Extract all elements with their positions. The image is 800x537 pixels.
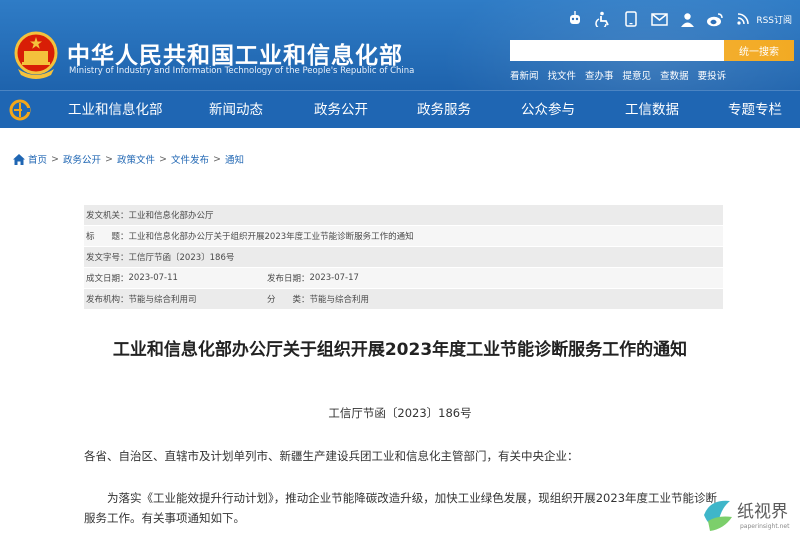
quick-link-data[interactable]: 查数据 <box>660 68 689 82</box>
meta-label: 发文机关： <box>86 211 129 221</box>
nav-item-miit[interactable]: 工业和信息化部 <box>68 91 163 129</box>
meta-value-published: 2023-07-17 <box>309 273 359 283</box>
main-nav: 工业和信息化部 新闻动态 政务公开 政务服务 公众参与 工信数据 专题专栏 <box>0 90 800 128</box>
ministry-logo-icon[interactable] <box>9 99 31 121</box>
quick-link-files[interactable]: 找文件 <box>548 68 577 82</box>
nav-item-news[interactable]: 新闻动态 <box>209 91 263 129</box>
breadcrumb-separator: > <box>212 153 221 165</box>
meta-label: 成文日期： <box>86 274 129 284</box>
meta-label: 发布机构： <box>86 295 129 305</box>
nav-item-special-topics[interactable]: 专题专栏 <box>728 91 782 129</box>
breadcrumb-notice[interactable]: 通知 <box>225 152 244 166</box>
meta-label: 分 类： <box>267 295 310 305</box>
meta-row-title: 标 题： 工业和信息化部办公厅关于组织开展2023年度工业节能诊断服务工作的通知 <box>84 226 723 247</box>
article-paragraph: 为落实《工业能效提升行动计划》，推动企业节能降碳改造升级，加快工业绿色发展，现组… <box>84 491 718 525</box>
watermark: 纸视界 paperinsight.net <box>700 495 800 537</box>
meta-cell-category: 分 类： 节能与综合利用 <box>267 293 369 305</box>
meta-value-docno: 工信厅节函〔2023〕186号 <box>128 253 235 263</box>
watermark-text: 纸视界 <box>737 502 788 522</box>
breadcrumb-gov-affairs[interactable]: 政务公开 <box>63 152 101 166</box>
meta-value-org: 节能与综合利用司 <box>128 295 197 305</box>
rss-icon[interactable] <box>734 10 752 28</box>
nav-item-data[interactable]: 工信数据 <box>625 91 679 129</box>
site-header: 中华人民共和国工业和信息化部 Ministry of Industry and … <box>0 0 800 90</box>
breadcrumb-policy-docs[interactable]: 政策文件 <box>117 152 155 166</box>
site-title: 中华人民共和国工业和信息化部 <box>67 43 403 69</box>
meta-label: 发文字号： <box>86 253 129 263</box>
user-icon[interactable] <box>678 10 696 28</box>
article-doc-number: 工信厅节函〔2023〕186号 <box>328 406 472 420</box>
accessibility-icon[interactable] <box>594 10 612 28</box>
mail-icon[interactable] <box>650 10 668 28</box>
breadcrumb: 首页 > 政务公开 > 政策文件 > 文件发布 > 通知 <box>13 152 244 166</box>
breadcrumb-separator: > <box>158 153 167 165</box>
meta-label: 发布日期： <box>267 274 310 284</box>
quick-link-services[interactable]: 查办事 <box>585 68 614 82</box>
national-emblem-icon <box>14 31 58 79</box>
search-input[interactable] <box>510 40 724 61</box>
nav-item-gov-affairs[interactable]: 政务公开 <box>314 91 368 129</box>
weibo-icon[interactable] <box>706 10 724 28</box>
meta-row-issuer: 发文机关： 工业和信息化部办公厅 <box>84 205 723 226</box>
nav-item-gov-services[interactable]: 政务服务 <box>417 91 471 129</box>
breadcrumb-home[interactable]: 首页 <box>28 152 47 166</box>
watermark-logo-icon <box>704 500 732 531</box>
meta-row-docno: 发文字号： 工信厅节函〔2023〕186号 <box>84 247 723 268</box>
nav-item-public-participation[interactable]: 公众参与 <box>521 91 575 129</box>
meta-value-created: 2023-07-11 <box>128 273 178 283</box>
quick-links: 看新闻 找文件 查办事 提意见 查数据 要投诉 <box>510 68 726 82</box>
meta-row-org: 发布机构： 节能与综合利用司 分 类： 节能与综合利用 <box>84 289 723 310</box>
home-icon[interactable] <box>13 153 25 165</box>
quick-link-feedback[interactable]: 提意见 <box>623 68 652 82</box>
rss-subscribe-link[interactable]: RSS订阅 <box>756 13 792 26</box>
quick-link-news[interactable]: 看新闻 <box>510 68 539 82</box>
document-meta-table: 发文机关： 工业和信息化部办公厅 标 题： 工业和信息化部办公厅关于组织开展20… <box>84 205 723 310</box>
breadcrumb-doc-release[interactable]: 文件发布 <box>171 152 209 166</box>
top-icon-bar: RSS订阅 <box>566 9 792 29</box>
search-box: 统一搜索 <box>510 40 794 61</box>
meta-cell-created: 成文日期： 2023-07-11 <box>86 272 267 284</box>
meta-value-title: 工业和信息化部办公厅关于组织开展2023年度工业节能诊断服务工作的通知 <box>128 232 414 242</box>
meta-cell-org: 发布机构： 节能与综合利用司 <box>86 293 267 305</box>
site-title-english: Ministry of Industry and Information Tec… <box>69 66 415 76</box>
wechat-robot-icon[interactable] <box>566 10 584 28</box>
meta-row-dates: 成文日期： 2023-07-11 发布日期： 2023-07-17 <box>84 268 723 289</box>
watermark-subtext: paperinsight.net <box>740 523 790 530</box>
meta-value-issuer: 工业和信息化部办公厅 <box>128 211 214 221</box>
meta-label: 标 题： <box>86 232 129 242</box>
breadcrumb-separator: > <box>105 153 113 165</box>
article-recipients: 各省、自治区、直辖市及计划单列市、新疆生产建设兵团工业和信息化主管部门，有关中央… <box>84 449 579 463</box>
breadcrumb-separator: > <box>51 153 59 165</box>
quick-link-complaint[interactable]: 要投诉 <box>698 68 727 82</box>
meta-value-category: 节能与综合利用 <box>309 295 370 305</box>
mobile-icon[interactable] <box>622 10 640 28</box>
search-button[interactable]: 统一搜索 <box>724 40 794 61</box>
article-title: 工业和信息化部办公厅关于组织开展2023年度工业节能诊断服务工作的通知 <box>112 340 688 360</box>
meta-cell-published: 发布日期： 2023-07-17 <box>267 272 359 284</box>
